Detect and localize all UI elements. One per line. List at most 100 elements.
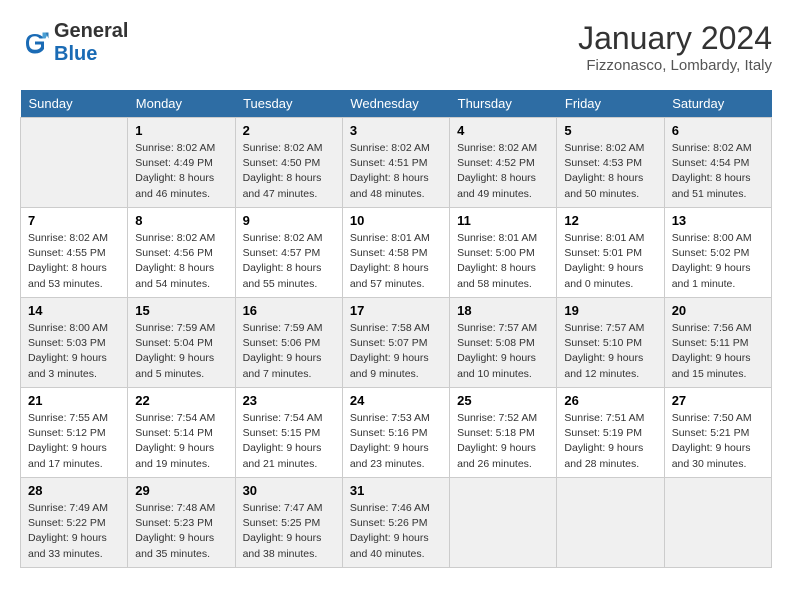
calendar-cell: 26 Sunrise: 7:51 AM Sunset: 5:19 PM Dayli… [557, 388, 664, 478]
calendar-cell: 24 Sunrise: 7:53 AM Sunset: 5:16 PM Dayli… [342, 388, 449, 478]
day-info: Sunrise: 7:53 AM Sunset: 5:16 PM Dayligh… [350, 411, 442, 472]
calendar-cell: 21 Sunrise: 7:55 AM Sunset: 5:12 PM Dayli… [21, 388, 128, 478]
day-number: 26 [564, 393, 656, 408]
calendar-cell: 12 Sunrise: 8:01 AM Sunset: 5:01 PM Dayli… [557, 208, 664, 298]
day-info: Sunrise: 8:02 AM Sunset: 4:53 PM Dayligh… [564, 141, 656, 202]
day-number: 16 [243, 303, 335, 318]
day-info: Sunrise: 8:02 AM Sunset: 4:55 PM Dayligh… [28, 231, 120, 292]
calendar-cell [557, 478, 664, 568]
calendar-cell: 20 Sunrise: 7:56 AM Sunset: 5:11 PM Dayli… [664, 298, 771, 388]
calendar-cell: 2Sunrise: 8:02 AM Sunset: 4:50 PM Daylig… [235, 118, 342, 208]
weekday-header-sunday: Sunday [21, 90, 128, 118]
day-number: 29 [135, 483, 227, 498]
day-number: 6 [672, 123, 764, 138]
calendar-cell: 27Sunrise: 7:50 AM Sunset: 5:21 PM Dayli… [664, 388, 771, 478]
calendar-cell: 15 Sunrise: 7:59 AM Sunset: 5:04 PM Dayli… [128, 298, 235, 388]
day-number: 19 [564, 303, 656, 318]
title-block: January 2024 Fizzonasco, Lombardy, Italy [578, 20, 772, 74]
calendar-cell: 17Sunrise: 7:58 AM Sunset: 5:07 PM Dayli… [342, 298, 449, 388]
day-info: Sunrise: 7:57 AM Sunset: 5:08 PM Dayligh… [457, 321, 549, 382]
calendar-week-row: 28 Sunrise: 7:49 AM Sunset: 5:22 PM Dayli… [21, 478, 772, 568]
page-header: General Blue January 2024 Fizzonasco, Lo… [20, 20, 772, 74]
day-number: 24 [350, 393, 442, 408]
day-info: Sunrise: 7:54 AM Sunset: 5:15 PM Dayligh… [243, 411, 335, 472]
day-number: 28 [28, 483, 120, 498]
day-number: 7 [28, 213, 120, 228]
day-info: Sunrise: 7:49 AM Sunset: 5:22 PM Dayligh… [28, 501, 120, 562]
month-title: January 2024 [578, 20, 772, 57]
day-info: Sunrise: 7:59 AM Sunset: 5:06 PM Dayligh… [243, 321, 335, 382]
day-info: Sunrise: 7:57 AM Sunset: 5:10 PM Dayligh… [564, 321, 656, 382]
day-info: Sunrise: 7:54 AM Sunset: 5:14 PM Dayligh… [135, 411, 227, 472]
day-info: Sunrise: 8:01 AM Sunset: 4:58 PM Dayligh… [350, 231, 442, 292]
day-number: 27 [672, 393, 764, 408]
calendar-cell: 30 Sunrise: 7:47 AM Sunset: 5:25 PM Dayli… [235, 478, 342, 568]
day-number: 10 [350, 213, 442, 228]
day-info: Sunrise: 7:59 AM Sunset: 5:04 PM Dayligh… [135, 321, 227, 382]
day-number: 22 [135, 393, 227, 408]
day-number: 4 [457, 123, 549, 138]
location: Fizzonasco, Lombardy, Italy [578, 57, 772, 74]
day-info: Sunrise: 8:02 AM Sunset: 4:51 PM Dayligh… [350, 141, 442, 202]
day-info: Sunrise: 7:47 AM Sunset: 5:25 PM Dayligh… [243, 501, 335, 562]
day-number: 18 [457, 303, 549, 318]
day-number: 5 [564, 123, 656, 138]
day-info: Sunrise: 8:02 AM Sunset: 4:57 PM Dayligh… [243, 231, 335, 292]
day-info: Sunrise: 8:01 AM Sunset: 5:00 PM Dayligh… [457, 231, 549, 292]
day-info: Sunrise: 7:51 AM Sunset: 5:19 PM Dayligh… [564, 411, 656, 472]
calendar-cell: 1 Sunrise: 8:02 AM Sunset: 4:49 PM Daylig… [128, 118, 235, 208]
calendar-cell: 31 Sunrise: 7:46 AM Sunset: 5:26 PM Dayli… [342, 478, 449, 568]
day-info: Sunrise: 8:02 AM Sunset: 4:56 PM Dayligh… [135, 231, 227, 292]
day-info: Sunrise: 8:02 AM Sunset: 4:54 PM Dayligh… [672, 141, 764, 202]
day-number: 3 [350, 123, 442, 138]
day-info: Sunrise: 8:01 AM Sunset: 5:01 PM Dayligh… [564, 231, 656, 292]
day-number: 2 [243, 123, 335, 138]
calendar-cell: 11 Sunrise: 8:01 AM Sunset: 5:00 PM Dayli… [450, 208, 557, 298]
weekday-header-thursday: Thursday [450, 90, 557, 118]
day-info: Sunrise: 7:48 AM Sunset: 5:23 PM Dayligh… [135, 501, 227, 562]
calendar-cell: 5 Sunrise: 8:02 AM Sunset: 4:53 PM Daylig… [557, 118, 664, 208]
day-info: Sunrise: 7:56 AM Sunset: 5:11 PM Dayligh… [672, 321, 764, 382]
weekday-header-friday: Friday [557, 90, 664, 118]
day-number: 13 [672, 213, 764, 228]
logo-icon [20, 28, 50, 58]
day-number: 11 [457, 213, 549, 228]
day-number: 15 [135, 303, 227, 318]
day-info: Sunrise: 7:55 AM Sunset: 5:12 PM Dayligh… [28, 411, 120, 472]
day-info: Sunrise: 8:02 AM Sunset: 4:49 PM Dayligh… [135, 141, 227, 202]
calendar-cell: 22 Sunrise: 7:54 AM Sunset: 5:14 PM Dayli… [128, 388, 235, 478]
logo-text: General Blue [54, 20, 128, 66]
day-number: 21 [28, 393, 120, 408]
calendar-cell: 7 Sunrise: 8:02 AM Sunset: 4:55 PM Daylig… [21, 208, 128, 298]
weekday-header-row: SundayMondayTuesdayWednesdayThursdayFrid… [21, 90, 772, 118]
calendar-cell: 8Sunrise: 8:02 AM Sunset: 4:56 PM Daylig… [128, 208, 235, 298]
calendar-cell: 19 Sunrise: 7:57 AM Sunset: 5:10 PM Dayli… [557, 298, 664, 388]
calendar-cell: 3 Sunrise: 8:02 AM Sunset: 4:51 PM Daylig… [342, 118, 449, 208]
day-info: Sunrise: 8:00 AM Sunset: 5:03 PM Dayligh… [28, 321, 120, 382]
calendar-cell [21, 118, 128, 208]
day-number: 30 [243, 483, 335, 498]
day-number: 23 [243, 393, 335, 408]
calendar-cell: 25Sunrise: 7:52 AM Sunset: 5:18 PM Dayli… [450, 388, 557, 478]
day-number: 12 [564, 213, 656, 228]
calendar-cell: 23 Sunrise: 7:54 AM Sunset: 5:15 PM Dayli… [235, 388, 342, 478]
calendar-cell: 9 Sunrise: 8:02 AM Sunset: 4:57 PM Daylig… [235, 208, 342, 298]
day-info: Sunrise: 8:00 AM Sunset: 5:02 PM Dayligh… [672, 231, 764, 292]
weekday-header-tuesday: Tuesday [235, 90, 342, 118]
day-number: 1 [135, 123, 227, 138]
calendar-cell: 29 Sunrise: 7:48 AM Sunset: 5:23 PM Dayli… [128, 478, 235, 568]
calendar-cell: 28 Sunrise: 7:49 AM Sunset: 5:22 PM Dayli… [21, 478, 128, 568]
calendar-week-row: 1 Sunrise: 8:02 AM Sunset: 4:49 PM Daylig… [21, 118, 772, 208]
calendar-week-row: 21 Sunrise: 7:55 AM Sunset: 5:12 PM Dayli… [21, 388, 772, 478]
calendar-cell: 6 Sunrise: 8:02 AM Sunset: 4:54 PM Daylig… [664, 118, 771, 208]
calendar-cell: 13 Sunrise: 8:00 AM Sunset: 5:02 PM Dayli… [664, 208, 771, 298]
weekday-header-wednesday: Wednesday [342, 90, 449, 118]
weekday-header-saturday: Saturday [664, 90, 771, 118]
day-info: Sunrise: 7:58 AM Sunset: 5:07 PM Dayligh… [350, 321, 442, 382]
day-number: 20 [672, 303, 764, 318]
day-number: 9 [243, 213, 335, 228]
day-number: 31 [350, 483, 442, 498]
calendar-week-row: 14Sunrise: 8:00 AM Sunset: 5:03 PM Dayli… [21, 298, 772, 388]
day-info: Sunrise: 7:46 AM Sunset: 5:26 PM Dayligh… [350, 501, 442, 562]
calendar-cell: 10 Sunrise: 8:01 AM Sunset: 4:58 PM Dayli… [342, 208, 449, 298]
